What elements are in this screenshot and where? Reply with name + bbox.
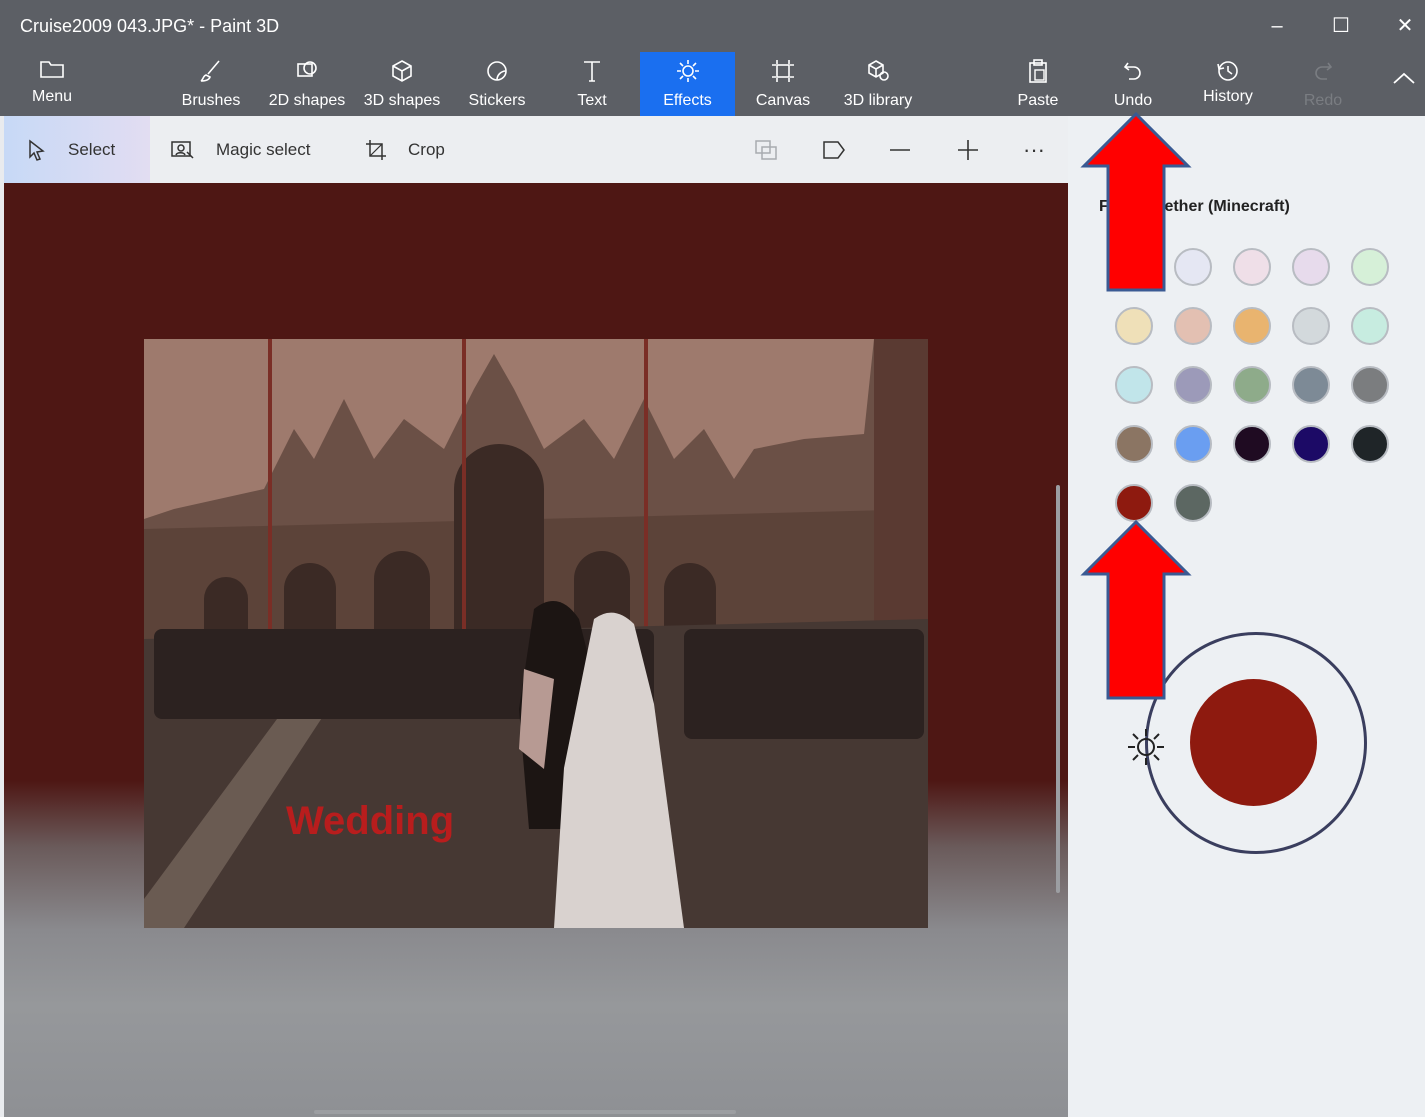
paste-label: Paste — [1017, 92, 1059, 109]
color-swatch[interactable] — [1115, 484, 1153, 522]
selected-color-preview[interactable] — [1190, 679, 1317, 806]
brush-icon — [172, 58, 250, 86]
clipboard-icon — [1008, 58, 1068, 86]
color-swatch[interactable] — [1351, 307, 1389, 345]
color-swatch[interactable] — [1233, 248, 1271, 286]
chevron-up-icon — [1384, 70, 1424, 98]
2d-shapes-label: 2D shapes — [268, 92, 346, 109]
undo-label: Undo — [1113, 92, 1153, 109]
color-swatch[interactable] — [1351, 425, 1389, 463]
effects-label: Effects — [663, 92, 712, 109]
zoom-in-icon[interactable] — [954, 136, 982, 164]
2d-shapes-button[interactable]: 2D shapes — [264, 52, 350, 116]
brushes-label: Brushes — [181, 92, 241, 109]
color-swatch[interactable] — [1115, 307, 1153, 345]
color-swatch[interactable] — [1292, 248, 1330, 286]
text-label: Text — [577, 92, 607, 109]
copy-selection-icon[interactable] — [752, 136, 780, 164]
cursor-icon — [26, 138, 48, 162]
wedding-text-overlay[interactable]: Wedding — [286, 799, 454, 844]
3d-shapes-button[interactable]: 3D shapes — [360, 52, 444, 116]
color-swatch[interactable] — [1292, 425, 1330, 463]
canvas-button[interactable]: Canvas — [750, 52, 816, 116]
vertical-scrollbar[interactable] — [1056, 485, 1060, 893]
effects-button[interactable]: Effects — [640, 52, 735, 116]
title-bar: Cruise2009 043.JPG* - Paint 3D – ☐ ✕ — [0, 0, 1425, 52]
photo-canvas[interactable]: Wedding — [144, 339, 928, 928]
crop-icon — [364, 138, 388, 162]
color-swatch[interactable] — [1351, 366, 1389, 404]
color-swatch[interactable] — [1292, 307, 1330, 345]
3d-library-button[interactable]: 3D library — [836, 52, 920, 116]
redo-icon — [1294, 58, 1352, 86]
color-swatch[interactable] — [1292, 366, 1330, 404]
horizontal-scrollbar[interactable] — [314, 1110, 736, 1114]
3d-library-icon — [836, 58, 920, 86]
cube-icon — [360, 58, 444, 86]
brushes-button[interactable]: Brushes — [172, 52, 250, 116]
history-button[interactable]: History — [1194, 52, 1262, 116]
venice-photo-image — [144, 339, 928, 928]
crop-button[interactable]: Crop — [364, 116, 445, 183]
brightness-sun-icon[interactable] — [1124, 725, 1168, 769]
zoom-out-icon[interactable] — [886, 136, 914, 164]
color-swatch[interactable] — [1115, 366, 1153, 404]
collapse-ribbon-button[interactable] — [1384, 52, 1424, 116]
sun-effects-icon — [640, 58, 735, 86]
2d-shapes-icon — [264, 58, 350, 86]
select-label: Select — [68, 139, 116, 159]
undo-icon — [1102, 58, 1164, 86]
red-arrow-swatch-annotation — [1080, 520, 1192, 700]
paste-button[interactable]: Paste — [1008, 52, 1068, 116]
minimize-button[interactable]: – — [1254, 8, 1300, 44]
color-swatch[interactable] — [1174, 425, 1212, 463]
color-swatch[interactable] — [1174, 307, 1212, 345]
history-label: History — [1203, 88, 1253, 105]
color-swatch[interactable] — [1174, 484, 1212, 522]
folder-icon — [18, 58, 86, 86]
magic-select-label: Magic select — [216, 139, 311, 159]
redo-label: Redo — [1303, 92, 1343, 109]
maximize-button[interactable]: ☐ — [1318, 8, 1364, 44]
close-button[interactable]: ✕ — [1382, 8, 1425, 44]
stickers-label: Stickers — [468, 92, 526, 109]
magic-select-icon — [170, 139, 196, 161]
magic-select-button[interactable]: Magic select — [170, 116, 310, 183]
menu-label: Menu — [31, 88, 73, 105]
red-arrow-undo-annotation — [1080, 112, 1192, 292]
menu-button[interactable]: Menu — [18, 52, 86, 116]
sticker-icon — [462, 58, 532, 86]
undo-button[interactable]: Undo — [1102, 52, 1164, 116]
text-icon — [562, 58, 622, 86]
select-button[interactable]: Select — [4, 116, 150, 183]
stickers-button[interactable]: Stickers — [462, 52, 532, 116]
ribbon: Menu Brushes 2D shapes 3D shapes Sticker… — [0, 52, 1425, 116]
rotate-flip-icon[interactable] — [820, 136, 848, 164]
color-swatch[interactable] — [1115, 425, 1153, 463]
canvas-label: Canvas — [755, 92, 811, 109]
tool-options-bar: Select Magic select Crop ··· — [4, 116, 1068, 183]
redo-button[interactable]: Redo — [1294, 52, 1352, 116]
more-options-button[interactable]: ··· — [1020, 136, 1048, 164]
history-clock-icon — [1194, 58, 1262, 86]
color-swatch[interactable] — [1174, 366, 1212, 404]
color-swatch[interactable] — [1233, 307, 1271, 345]
3d-shapes-label: 3D shapes — [363, 92, 441, 109]
color-swatch[interactable] — [1233, 425, 1271, 463]
text-button[interactable]: Text — [562, 52, 622, 116]
color-swatch[interactable] — [1233, 366, 1271, 404]
crop-label: Crop — [408, 139, 445, 159]
window-title: Cruise2009 043.JPG* - Paint 3D — [20, 16, 280, 36]
color-swatch[interactable] — [1351, 248, 1389, 286]
canvas-icon — [750, 58, 816, 86]
3d-library-label: 3D library — [843, 92, 913, 109]
